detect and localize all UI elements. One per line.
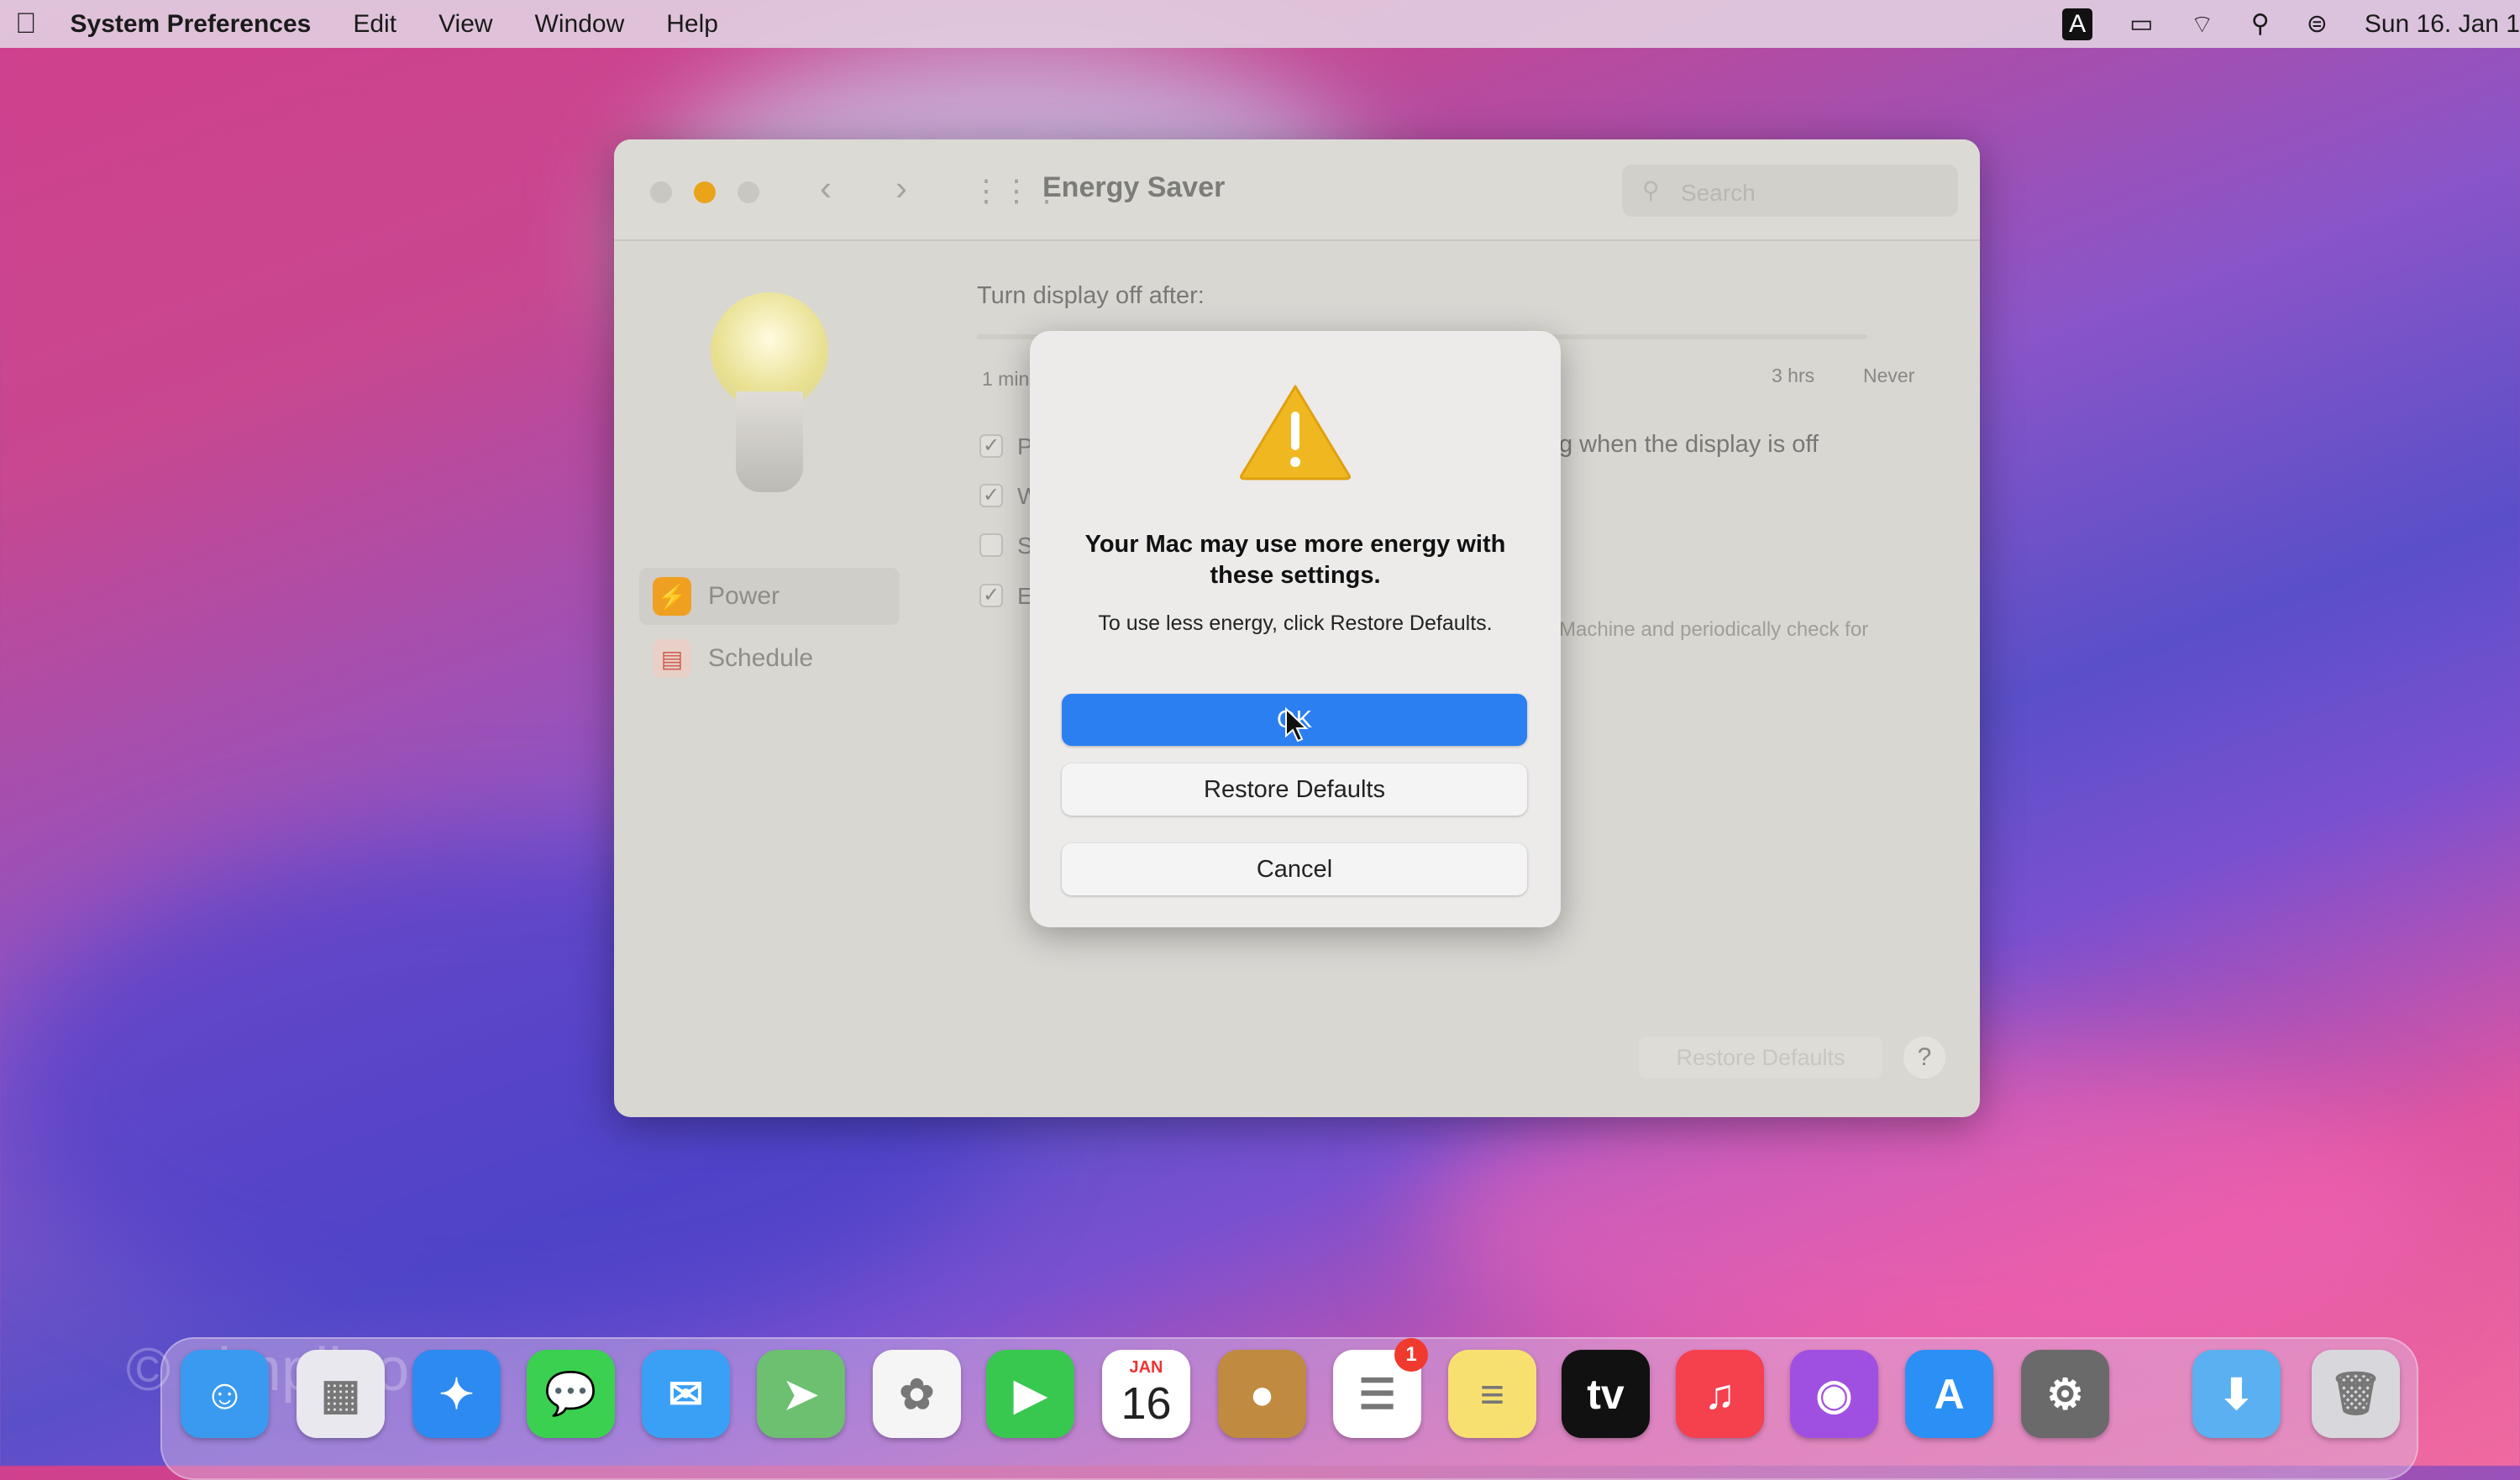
dock-photos-icon[interactable]: ✿	[873, 1350, 961, 1438]
menu-view[interactable]: View	[438, 10, 492, 39]
sidebar-item-power[interactable]: ⚡ Power	[639, 568, 900, 625]
calendar-month: JAN	[1129, 1358, 1163, 1377]
close-button[interactable]	[650, 181, 672, 203]
dock-finder-icon[interactable]: ☺	[181, 1350, 269, 1438]
finder-glyph: ☺	[202, 1370, 247, 1418]
control-center-icon[interactable]: ⊜	[2307, 9, 2328, 39]
bolt-icon: ⚡	[653, 577, 691, 616]
screen-mirroring-icon[interactable]: ▭	[2129, 9, 2153, 39]
dock-facetime-icon[interactable]: ▶	[986, 1350, 1074, 1438]
sidebar-label: Power	[708, 582, 780, 610]
calendar-icon: ▤	[653, 639, 691, 678]
contacts-glyph: ●	[1249, 1370, 1275, 1418]
slider-label-min: 1 min	[982, 368, 1030, 390]
dock-trash-icon[interactable]: 🗑	[2312, 1350, 2400, 1438]
menu-clock[interactable]: Sun 16. Jan 1	[2365, 10, 2520, 39]
dock-mail-icon[interactable]: ✉	[642, 1350, 730, 1438]
restore-defaults-button[interactable]: Restore Defaults	[1639, 1037, 1882, 1079]
facetime-glyph: ▶	[1014, 1370, 1047, 1418]
help-button[interactable]: ?	[1903, 1037, 1945, 1079]
display-off-label: Turn display off after:	[977, 282, 1205, 309]
restore-defaults-dialog-button[interactable]: Restore Defaults	[1062, 764, 1527, 816]
checkbox-2[interactable]: ✓	[979, 484, 1003, 507]
notes-glyph: ≡	[1479, 1370, 1505, 1418]
wifi-icon[interactable]: ⌔	[2191, 8, 2214, 40]
search-icon: ⚲	[1642, 177, 1660, 203]
dock-downloads-icon[interactable]: ⬇	[2192, 1350, 2281, 1438]
slider-label-never: Never	[1863, 365, 1915, 386]
input-source-icon[interactable]: A	[2062, 8, 2093, 40]
podcasts-glyph: ◉	[1815, 1370, 1853, 1418]
warning-icon	[1240, 385, 1351, 480]
menu-bar:  System Preferences Edit View Window He…	[0, 0, 2520, 48]
dock-safari-icon[interactable]: ✦	[412, 1350, 501, 1438]
dock-reminders-icon[interactable]: ☰ 1	[1333, 1338, 1428, 1438]
title-bar: ‹ › ⋮⋮⋮ Energy Saver ⚲ Search	[614, 139, 1980, 241]
zoom-button[interactable]	[738, 181, 759, 203]
slider-label-3hrs: 3 hrs	[1772, 365, 1815, 386]
energy-warning-dialog: Your Mac may use more energy with these …	[1030, 331, 1561, 927]
reminders-glyph: ☰	[1358, 1370, 1396, 1418]
tv-glyph: tv	[1587, 1370, 1625, 1418]
maps-glyph: ➤	[783, 1370, 819, 1418]
dock-music-icon[interactable]: ♫	[1676, 1350, 1764, 1438]
dock-maps-icon[interactable]: ➤	[757, 1350, 845, 1438]
dock-messages-icon[interactable]: 💬	[527, 1350, 615, 1438]
dock-app-store-icon[interactable]: A	[1905, 1350, 1993, 1438]
trash-glyph: 🗑	[2328, 1370, 2383, 1417]
messages-glyph: 💬	[544, 1370, 597, 1417]
menu-help[interactable]: Help	[666, 10, 718, 39]
cancel-button[interactable]: Cancel	[1062, 843, 1527, 895]
minimize-button[interactable]	[694, 181, 716, 203]
search-placeholder: Search	[1681, 180, 1756, 206]
spotlight-search-icon[interactable]: ⚲	[2251, 9, 2270, 39]
checkbox-4[interactable]: ✓	[979, 584, 1003, 607]
mouse-cursor-icon	[1285, 707, 1309, 743]
dock-podcasts-icon[interactable]: ◉	[1790, 1350, 1878, 1438]
app-store-glyph: A	[1934, 1370, 1965, 1418]
safari-glyph: ✦	[438, 1370, 475, 1418]
dock-system-preferences-icon[interactable]: ⚙	[2021, 1350, 2109, 1438]
dialog-message: To use less energy, click Restore Defaul…	[1098, 611, 1493, 635]
system-preferences-glyph: ⚙	[2046, 1370, 2084, 1418]
dialog-title: Your Mac may use more energy with these …	[1084, 531, 1506, 589]
dock-calendar-icon[interactable]: JAN 16	[1102, 1350, 1190, 1438]
music-glyph: ♫	[1704, 1370, 1736, 1418]
checkbox-4-description-fragment: Machine and periodically check for	[1559, 618, 1869, 641]
photos-glyph: ✿	[899, 1370, 935, 1418]
menu-window[interactable]: Window	[535, 10, 625, 39]
apple-menu-icon[interactable]: 	[15, 8, 37, 40]
launchpad-glyph: ▦	[320, 1370, 361, 1418]
search-input[interactable]: ⚲ Search	[1622, 165, 1958, 217]
dock-notes-icon[interactable]: ≡	[1448, 1350, 1536, 1438]
dock-contacts-icon[interactable]: ●	[1218, 1350, 1306, 1438]
sidebar-item-schedule[interactable]: ▤ Schedule	[639, 630, 900, 687]
checkbox-1-label-fragment: g when the display is off	[1559, 431, 1819, 458]
menu-edit[interactable]: Edit	[353, 10, 396, 39]
light-bulb-base	[736, 391, 803, 492]
checkbox-3[interactable]	[979, 533, 1003, 557]
window-title: Energy Saver	[1042, 171, 1226, 203]
back-icon[interactable]: ‹	[820, 168, 832, 208]
downloads-glyph: ⬇	[2218, 1370, 2255, 1418]
notification-badge: 1	[1394, 1338, 1428, 1372]
forward-icon[interactable]: ›	[895, 168, 907, 208]
dock-launchpad-icon[interactable]: ▦	[297, 1350, 385, 1438]
sidebar-label: Schedule	[708, 644, 814, 672]
mail-glyph: ✉	[668, 1370, 704, 1418]
checkbox-1[interactable]: ✓	[979, 434, 1003, 458]
menu-app-name[interactable]: System Preferences	[71, 10, 312, 39]
calendar-day: 16	[1121, 1378, 1172, 1429]
dock-tv-icon[interactable]: tv	[1562, 1350, 1650, 1438]
